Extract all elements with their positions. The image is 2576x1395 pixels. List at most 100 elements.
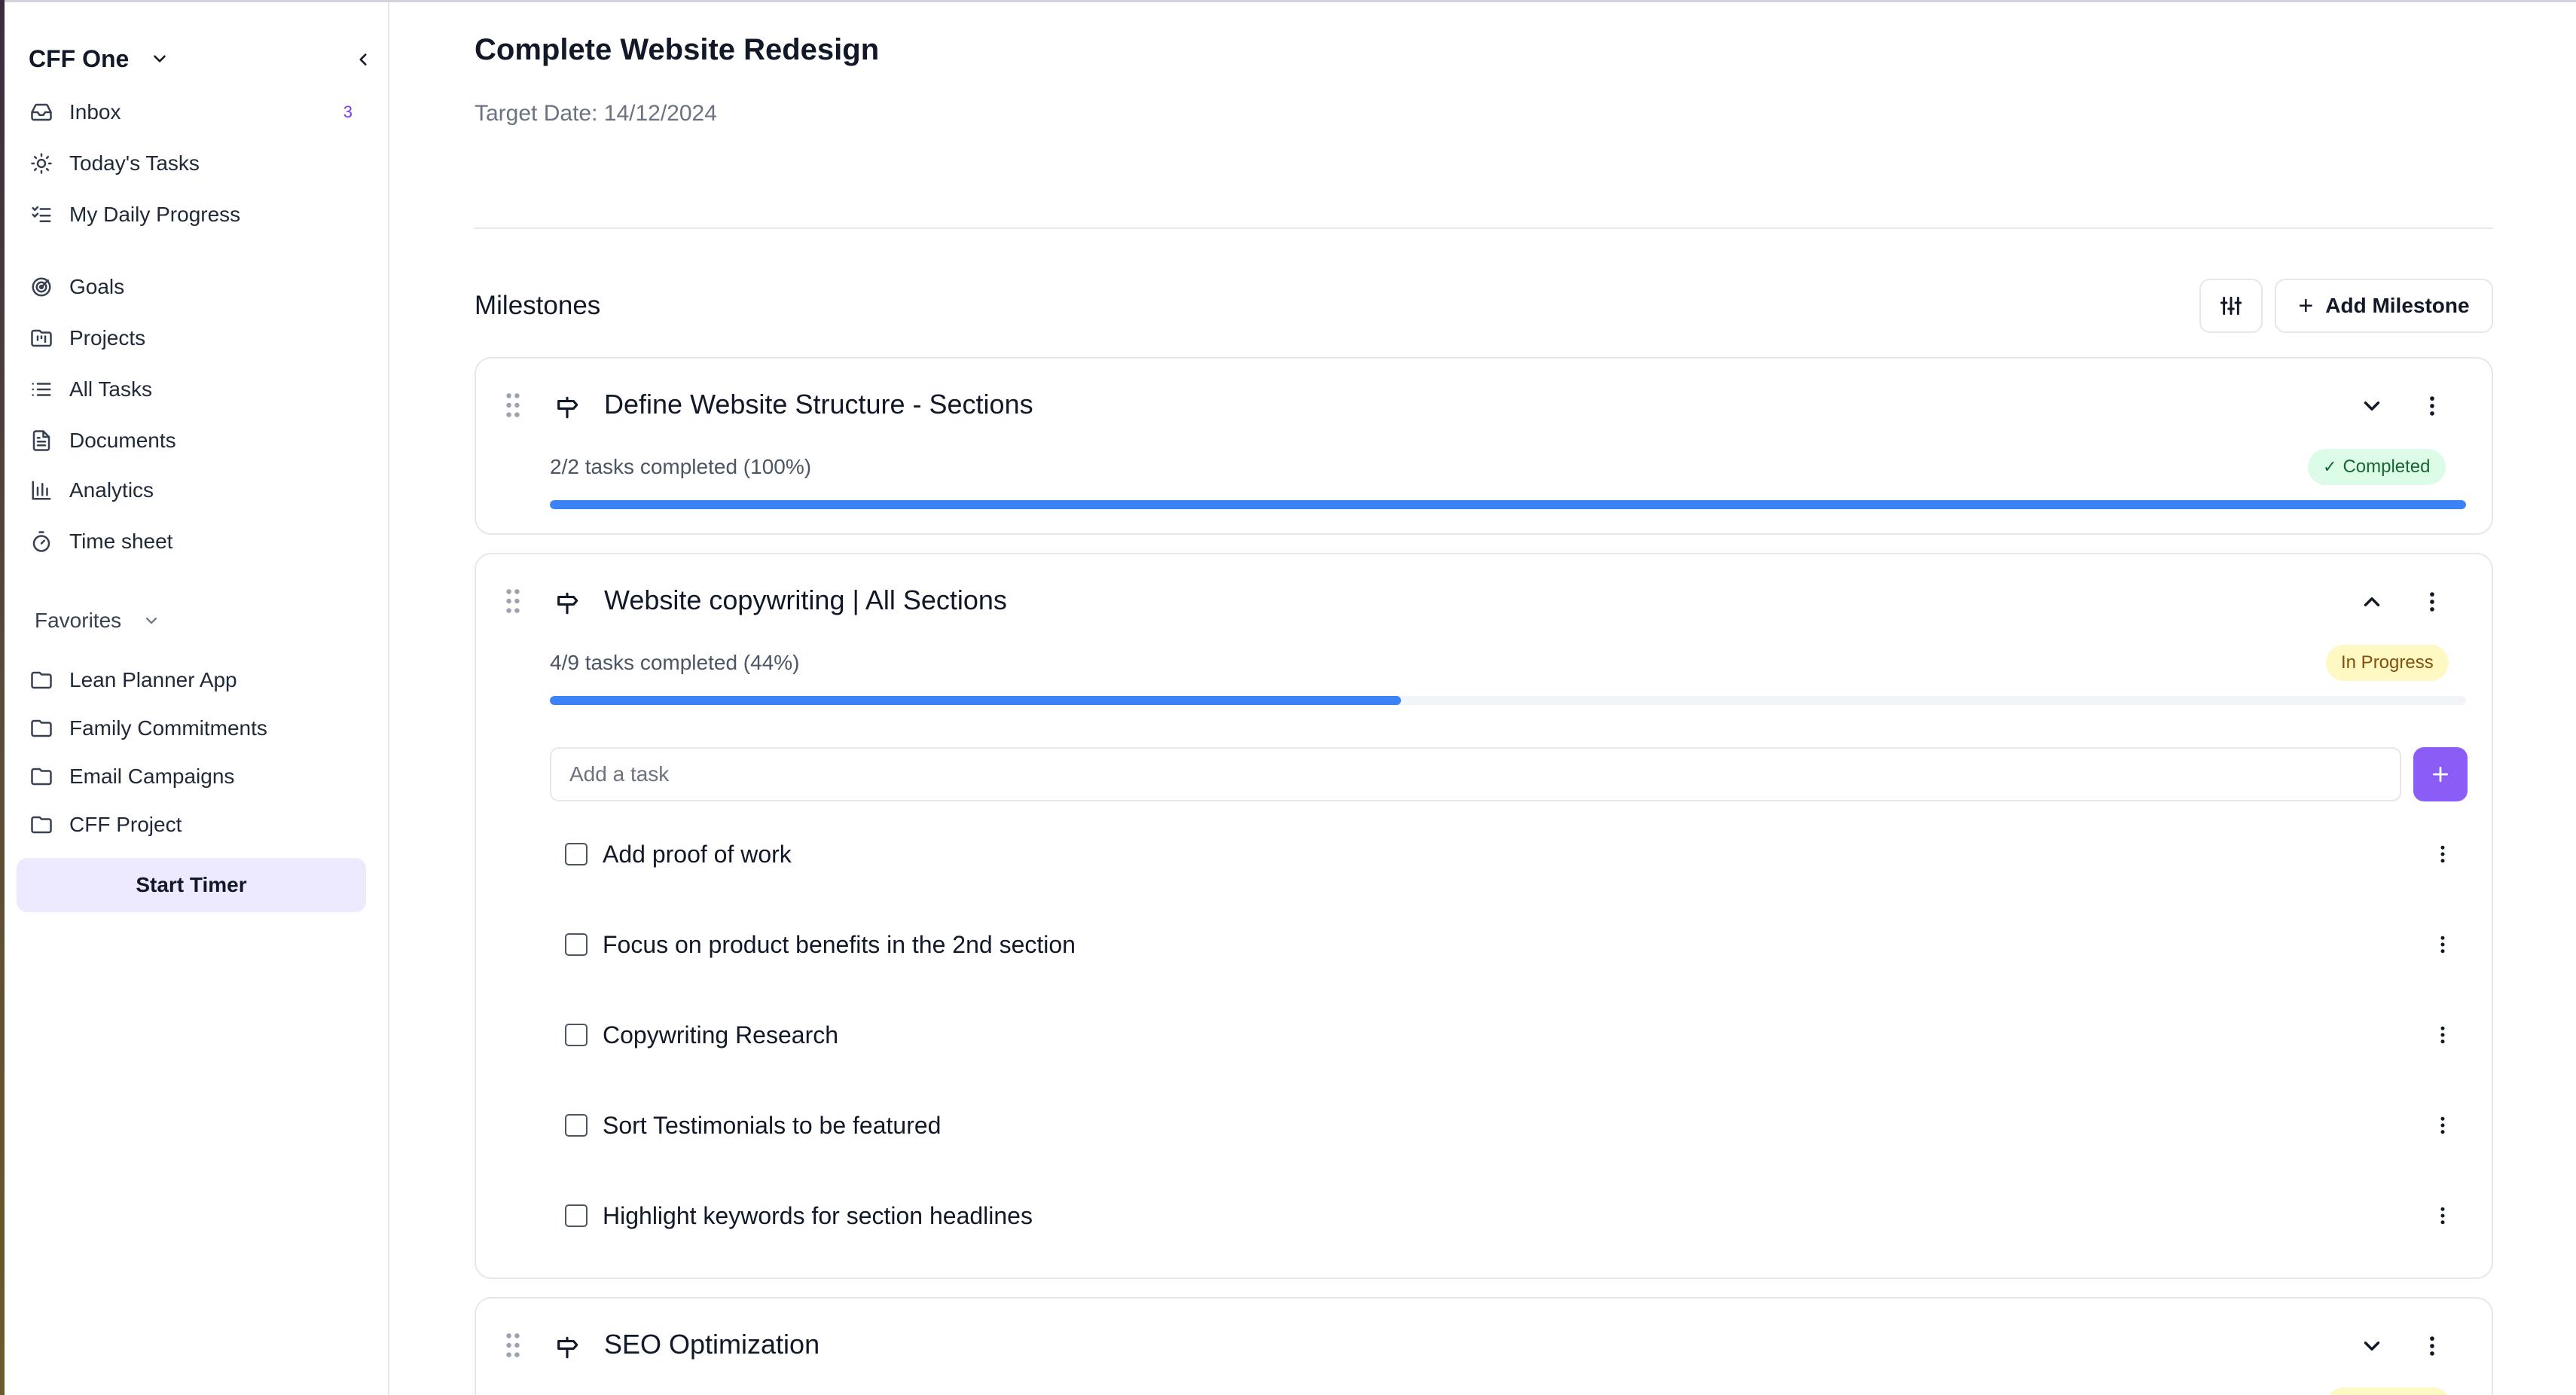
nav-item-goals[interactable]: Goals — [29, 269, 368, 305]
sun-icon — [29, 151, 54, 176]
milestone-title: SEO Optimization — [604, 1329, 820, 1360]
check-icon: ✓ — [2323, 457, 2337, 476]
nav-item-time-sheet[interactable]: Time sheet — [29, 524, 368, 560]
favorites-header[interactable]: Favorites — [35, 609, 160, 633]
favorite-label: Email Campaigns — [69, 765, 235, 788]
task-checkbox[interactable] — [565, 1204, 588, 1227]
chevron-up-icon[interactable] — [2359, 589, 2385, 615]
task-row: Highlight keywords for section headlines — [565, 1193, 2455, 1238]
target-icon — [29, 274, 54, 300]
start-timer-button[interactable]: Start Timer — [17, 858, 366, 912]
more-vertical-icon[interactable] — [2430, 841, 2455, 867]
more-vertical-icon[interactable] — [2430, 932, 2455, 957]
nav-item-projects[interactable]: Projects — [29, 320, 368, 356]
signpost-icon — [557, 1336, 578, 1359]
nav-item-todays-tasks[interactable]: Today's Tasks — [29, 145, 368, 182]
task-row: Add proof of work — [565, 832, 2455, 877]
bar-chart-icon — [29, 478, 54, 503]
nav-label-goals: Goals — [69, 275, 125, 298]
nav-label-my-daily-progress: My Daily Progress — [69, 203, 241, 226]
collapse-sidebar-button[interactable] — [351, 47, 375, 72]
document-icon — [29, 428, 54, 453]
chevron-down-icon[interactable] — [2359, 1333, 2385, 1359]
timer-icon — [29, 529, 54, 554]
sidebar: CFF One Inbox 3 Today's Tasks My Daily P… — [5, 2, 389, 1395]
main-content: Complete Website Redesign Target Date: 1… — [475, 0, 2493, 1395]
task-label: Highlight keywords for section headlines — [603, 1201, 1033, 1229]
progress-bar — [550, 696, 2466, 705]
add-milestone-button[interactable]: + Add Milestone — [2275, 279, 2493, 333]
drag-handle-icon[interactable] — [505, 392, 521, 419]
task-checkbox[interactable] — [565, 1114, 588, 1137]
status-badge: In Progress — [2326, 645, 2449, 681]
status-badge — [2326, 1387, 2451, 1395]
more-vertical-icon[interactable] — [2419, 393, 2445, 419]
task-checkbox[interactable] — [565, 843, 588, 865]
milestones-heading: Milestones — [475, 291, 601, 320]
task-label: Copywriting Research — [603, 1021, 839, 1049]
plus-icon — [2432, 766, 2449, 783]
milestone-card: Define Website Structure - Sections 2/2 … — [475, 357, 2493, 535]
signpost-icon — [557, 592, 578, 615]
app-window: CFF One Inbox 3 Today's Tasks My Daily P… — [0, 0, 2576, 1395]
status-label: In Progress — [2341, 652, 2434, 673]
more-vertical-icon[interactable] — [2430, 1022, 2455, 1048]
favorite-label: Lean Planner App — [69, 668, 237, 691]
chevron-down-icon[interactable] — [2359, 393, 2385, 419]
signpost-icon — [557, 396, 578, 419]
add-task-button[interactable] — [2413, 747, 2468, 801]
chevron-down-icon — [146, 617, 157, 624]
add-task-input[interactable] — [550, 747, 2401, 801]
nav-item-inbox[interactable]: Inbox 3 — [29, 94, 368, 130]
task-label: Focus on product benefits in the 2nd sec… — [603, 930, 1076, 958]
workspace-name: CFF One — [29, 44, 130, 72]
favorite-item-cff-project[interactable]: CFF Project — [29, 807, 368, 843]
nav-label-all-tasks: All Tasks — [69, 377, 152, 401]
nav-label-documents: Documents — [69, 429, 176, 452]
chevron-left-icon — [359, 53, 367, 66]
plus-icon: + — [2298, 292, 2314, 320]
milestone-card: SEO Optimization — [475, 1297, 2493, 1395]
nav-label-analytics: Analytics — [69, 478, 154, 502]
status-label: Completed — [2343, 456, 2431, 477]
favorites-label: Favorites — [35, 609, 122, 632]
favorite-item-family-commitments[interactable]: Family Commitments — [29, 710, 368, 746]
task-checkbox[interactable] — [565, 933, 588, 956]
folder-icon — [29, 764, 54, 789]
filter-button[interactable] — [2199, 279, 2263, 333]
divider — [475, 227, 2493, 229]
favorite-label: CFF Project — [69, 813, 182, 836]
more-vertical-icon[interactable] — [2430, 1113, 2455, 1138]
drag-handle-icon[interactable] — [505, 588, 521, 615]
workspace-switcher[interactable]: CFF One — [29, 41, 375, 76]
favorite-label: Family Commitments — [69, 716, 267, 740]
task-row: Sort Testimonials to be featured — [565, 1103, 2455, 1148]
favorite-item-email-campaigns[interactable]: Email Campaigns — [29, 759, 368, 795]
milestone-title: Website copywriting | All Sections — [604, 585, 1007, 615]
more-vertical-icon[interactable] — [2419, 589, 2445, 615]
add-milestone-label: Add Milestone — [2325, 294, 2470, 317]
more-vertical-icon[interactable] — [2419, 1333, 2445, 1359]
folder-icon — [29, 667, 54, 693]
more-vertical-icon[interactable] — [2430, 1203, 2455, 1229]
milestone-progress-text: 2/2 tasks completed (100%) — [550, 455, 812, 478]
favorite-item-lean-planner-app[interactable]: Lean Planner App — [29, 662, 368, 698]
progress-bar-fill — [550, 696, 1401, 705]
milestone-card: Website copywriting | All Sections 4/9 t… — [475, 553, 2493, 1279]
nav-item-all-tasks[interactable]: All Tasks — [29, 371, 368, 408]
checklist-icon — [29, 202, 54, 227]
task-checkbox[interactable] — [565, 1024, 588, 1046]
task-label: Sort Testimonials to be featured — [603, 1111, 942, 1139]
task-label: Add proof of work — [603, 840, 792, 868]
nav-label-todays-tasks: Today's Tasks — [69, 151, 200, 175]
nav-item-analytics[interactable]: Analytics — [29, 472, 368, 508]
task-row: Copywriting Research — [565, 1012, 2455, 1058]
nav-item-my-daily-progress[interactable]: My Daily Progress — [29, 197, 368, 233]
folder-icon — [29, 812, 54, 838]
inbox-icon — [29, 99, 54, 125]
nav-item-documents[interactable]: Documents — [29, 423, 368, 459]
folder-icon — [29, 716, 54, 741]
drag-handle-icon[interactable] — [505, 1332, 521, 1359]
nav-label-projects: Projects — [69, 326, 146, 350]
chevron-down-icon — [154, 55, 166, 63]
